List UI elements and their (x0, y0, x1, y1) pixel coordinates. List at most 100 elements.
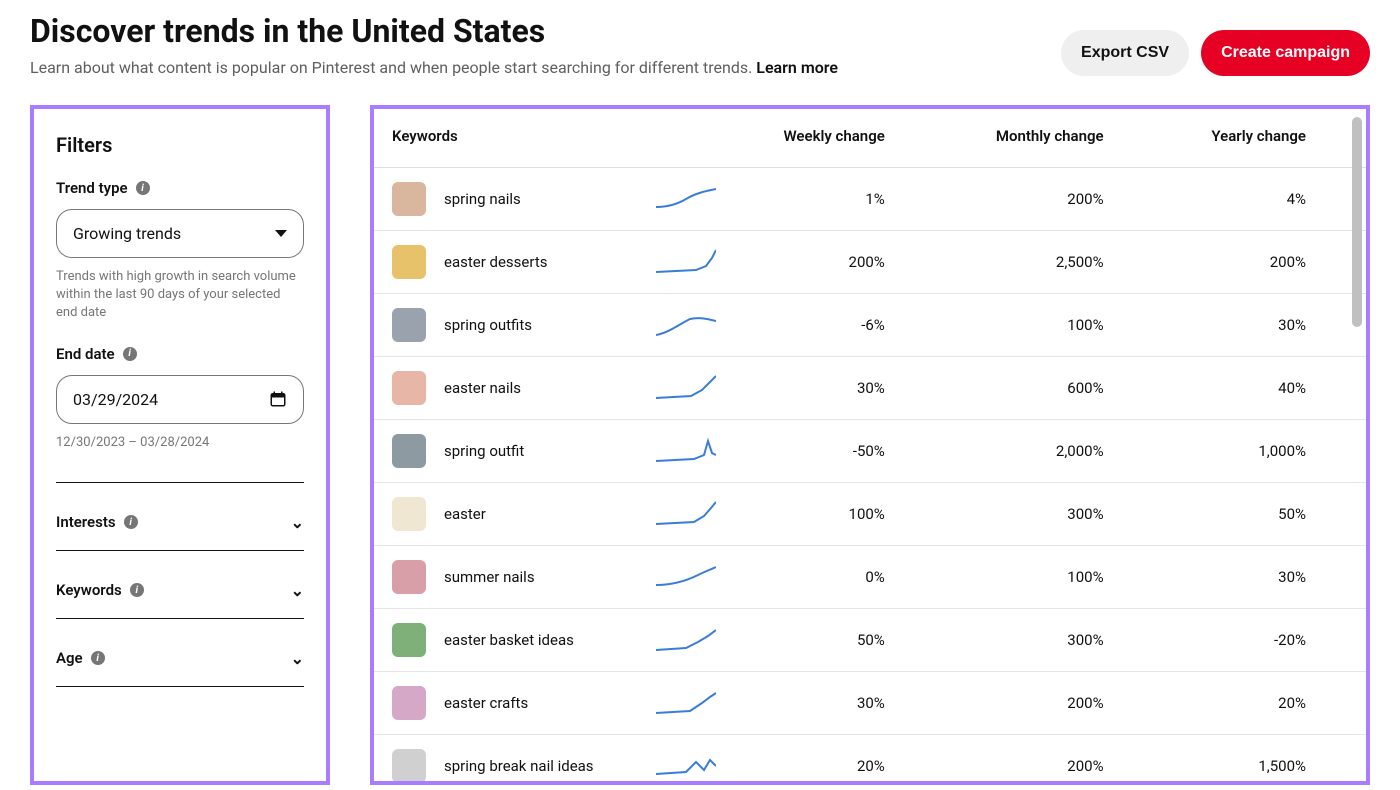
chevron-down-icon: ⌄ (291, 513, 304, 532)
monthly-change: 200% (945, 168, 1164, 231)
chevron-down-icon (275, 230, 287, 237)
keyword-text: easter (444, 505, 486, 523)
yearly-change: 30% (1164, 294, 1366, 357)
weekly-change: 1% (734, 168, 945, 231)
interests-label: Interests (56, 513, 116, 531)
keyword-thumbnail (392, 434, 426, 468)
keyword-thumbnail (392, 371, 426, 405)
page-title: Discover trends in the United States (30, 12, 838, 50)
sparkline (656, 184, 716, 214)
table-row[interactable]: easter basket ideas 50% 300% -20% (374, 609, 1366, 672)
info-icon[interactable]: i (136, 181, 150, 195)
table-row[interactable]: spring break nail ideas 20% 200% 1,500% (374, 735, 1366, 782)
chevron-down-icon: ⌄ (291, 581, 304, 600)
end-date-label: End date (56, 345, 115, 363)
page-subtitle: Learn about what content is popular on P… (30, 58, 838, 77)
weekly-change: 100% (734, 483, 945, 546)
trend-type-label: Trend type (56, 179, 128, 197)
keyword-text: easter nails (444, 379, 521, 397)
yearly-change: 20% (1164, 672, 1366, 735)
chevron-down-icon: ⌄ (291, 649, 304, 668)
table-row[interactable]: easter nails 30% 600% 40% (374, 357, 1366, 420)
info-icon: i (124, 515, 138, 529)
end-date-input[interactable]: 03/29/2024 (56, 375, 304, 424)
keyword-thumbnail (392, 749, 426, 781)
sparkline (656, 625, 716, 655)
keywords-section[interactable]: Keywords i ⌄ (56, 571, 304, 619)
keyword-text: spring outfit (444, 442, 524, 460)
monthly-change: 300% (945, 483, 1164, 546)
scrollbar[interactable] (1352, 117, 1362, 327)
keyword-text: spring outfits (444, 316, 532, 334)
monthly-change: 600% (945, 357, 1164, 420)
end-date-value: 03/29/2024 (73, 390, 158, 409)
end-date-range: 12/30/2023 – 03/28/2024 (56, 434, 304, 452)
table-row[interactable]: spring nails 1% 200% 4% (374, 168, 1366, 231)
table-row[interactable]: spring outfits -6% 100% 30% (374, 294, 1366, 357)
filters-panel: Filters Trend type i Growing trends Tren… (30, 105, 330, 785)
age-label: Age (56, 649, 83, 667)
weekly-change: 30% (734, 672, 945, 735)
table-row[interactable]: spring outfit -50% 2,000% 1,000% (374, 420, 1366, 483)
info-icon[interactable]: i (123, 347, 137, 361)
export-csv-button[interactable]: Export CSV (1061, 30, 1189, 76)
keyword-thumbnail (392, 308, 426, 342)
keyword-thumbnail (392, 245, 426, 279)
table-row[interactable]: easter desserts 200% 2,500% 200% (374, 231, 1366, 294)
keyword-text: easter basket ideas (444, 631, 574, 649)
sparkline (656, 373, 716, 403)
table-row[interactable]: summer nails 0% 100% 30% (374, 546, 1366, 609)
monthly-change: 200% (945, 735, 1164, 782)
trend-type-dropdown[interactable]: Growing trends (56, 209, 304, 258)
col-yearly[interactable]: Yearly change (1164, 109, 1366, 168)
filters-heading: Filters (56, 133, 304, 157)
calendar-icon (269, 390, 287, 408)
yearly-change: -20% (1164, 609, 1366, 672)
trends-table-panel: Keywords Weekly change Monthly change Ye… (370, 105, 1370, 785)
weekly-change: 50% (734, 609, 945, 672)
table-row[interactable]: easter crafts 30% 200% 20% (374, 672, 1366, 735)
keyword-thumbnail (392, 623, 426, 657)
col-weekly[interactable]: Weekly change (734, 109, 945, 168)
weekly-change: 20% (734, 735, 945, 782)
keywords-label: Keywords (56, 581, 122, 599)
sparkline (656, 436, 716, 466)
monthly-change: 300% (945, 609, 1164, 672)
keyword-thumbnail (392, 686, 426, 720)
yearly-change: 1,500% (1164, 735, 1366, 782)
learn-more-link[interactable]: Learn more (756, 58, 838, 77)
yearly-change: 30% (1164, 546, 1366, 609)
monthly-change: 200% (945, 672, 1164, 735)
keyword-thumbnail (392, 182, 426, 216)
weekly-change: 0% (734, 546, 945, 609)
weekly-change: -6% (734, 294, 945, 357)
table-row[interactable]: easter 100% 300% 50% (374, 483, 1366, 546)
interests-section[interactable]: Interests i ⌄ (56, 503, 304, 551)
monthly-change: 2,000% (945, 420, 1164, 483)
sparkline (656, 247, 716, 277)
col-keywords[interactable]: Keywords (374, 109, 734, 168)
trends-table: Keywords Weekly change Monthly change Ye… (374, 109, 1366, 781)
yearly-change: 50% (1164, 483, 1366, 546)
keyword-text: easter desserts (444, 253, 547, 271)
col-monthly[interactable]: Monthly change (945, 109, 1164, 168)
create-campaign-button[interactable]: Create campaign (1201, 30, 1370, 76)
sparkline (656, 751, 716, 781)
keyword-text: summer nails (444, 568, 535, 586)
age-section[interactable]: Age i ⌄ (56, 639, 304, 687)
yearly-change: 200% (1164, 231, 1366, 294)
sparkline (656, 562, 716, 592)
weekly-change: 200% (734, 231, 945, 294)
keyword-text: easter crafts (444, 694, 528, 712)
sparkline (656, 310, 716, 340)
info-icon: i (91, 651, 105, 665)
info-icon: i (130, 583, 144, 597)
monthly-change: 2,500% (945, 231, 1164, 294)
yearly-change: 4% (1164, 168, 1366, 231)
yearly-change: 1,000% (1164, 420, 1366, 483)
keyword-text: spring nails (444, 190, 521, 208)
trend-type-helper: Trends with high growth in search volume… (56, 268, 304, 323)
weekly-change: 30% (734, 357, 945, 420)
monthly-change: 100% (945, 546, 1164, 609)
trend-type-value: Growing trends (73, 224, 181, 243)
